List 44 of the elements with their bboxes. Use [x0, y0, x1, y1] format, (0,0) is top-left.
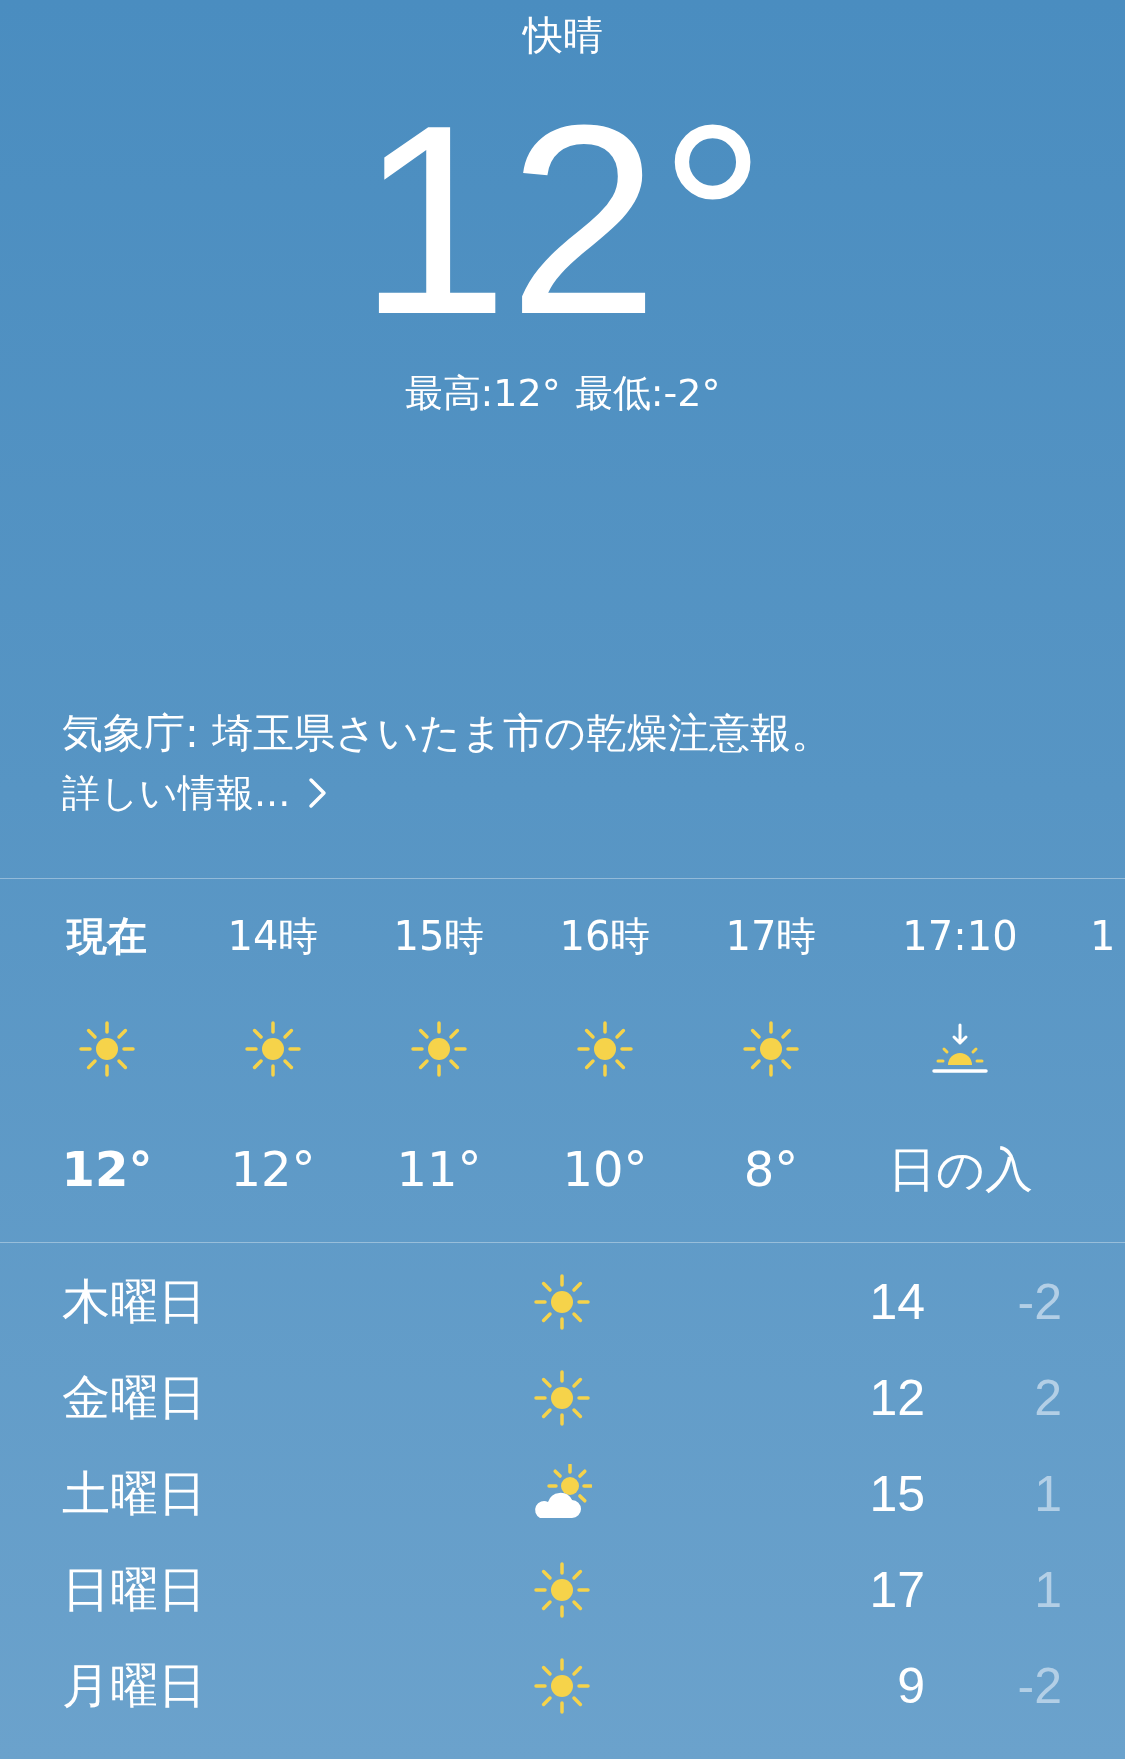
low-temperature: 最低:-2°: [574, 370, 721, 417]
more-info-link[interactable]: 詳しい情報...: [62, 763, 291, 823]
hour-label: 14時: [227, 912, 319, 961]
sun-icon: [77, 1019, 137, 1079]
hour-label: 17:10: [902, 912, 1018, 961]
sun-icon: [532, 1368, 592, 1428]
sun-icon: [532, 1560, 592, 1620]
sun-icon: [243, 1019, 303, 1079]
low-temperature: -2: [1017, 1273, 1062, 1331]
sun-icon: [741, 1019, 801, 1079]
hour-label: 17時: [725, 912, 817, 961]
day-label: 日曜日: [62, 1560, 206, 1619]
hour-label: 現在: [67, 912, 147, 961]
weather-alert-text: 気象庁: 埼玉県さいたま市の乾燥注意報。: [62, 708, 833, 759]
sun-icon: [532, 1272, 592, 1332]
hour-temperature: 8°: [743, 1140, 799, 1199]
current-temperature: 12°: [358, 90, 767, 350]
low-temperature: -2: [1017, 1657, 1062, 1715]
high-temperature: 14: [869, 1273, 925, 1331]
low-temperature: 1: [1034, 1465, 1062, 1523]
hour-label: 16時: [559, 912, 651, 961]
high-temperature: 9: [897, 1657, 925, 1715]
hour-temperature: 日の入: [887, 1140, 1033, 1199]
hour-label: 1: [1090, 912, 1116, 961]
high-temperature: 最高:12°: [404, 370, 561, 417]
hour-temperature: 10°: [562, 1140, 648, 1199]
hour-label: 15時: [393, 912, 485, 961]
chevron-icon: [308, 777, 329, 809]
day-label: 金曜日: [62, 1368, 206, 1427]
hour-temperature: 11°: [396, 1140, 482, 1199]
hour-temperature: 12°: [61, 1140, 153, 1199]
day-label: 木曜日: [62, 1272, 206, 1331]
sun-icon: [409, 1019, 469, 1079]
high-temperature: 15: [869, 1465, 925, 1523]
low-temperature: 2: [1034, 1369, 1062, 1427]
hour-temperature: 12°: [230, 1140, 316, 1199]
day-label: 月曜日: [62, 1656, 206, 1715]
day-label: 土曜日: [62, 1464, 206, 1523]
condition-label: 快晴: [522, 11, 603, 60]
low-temperature: 1: [1034, 1561, 1062, 1619]
high-temperature: 12: [869, 1369, 925, 1427]
sun-icon: [575, 1019, 635, 1079]
sun-icon: [532, 1656, 592, 1716]
high-temperature: 17: [869, 1561, 925, 1619]
